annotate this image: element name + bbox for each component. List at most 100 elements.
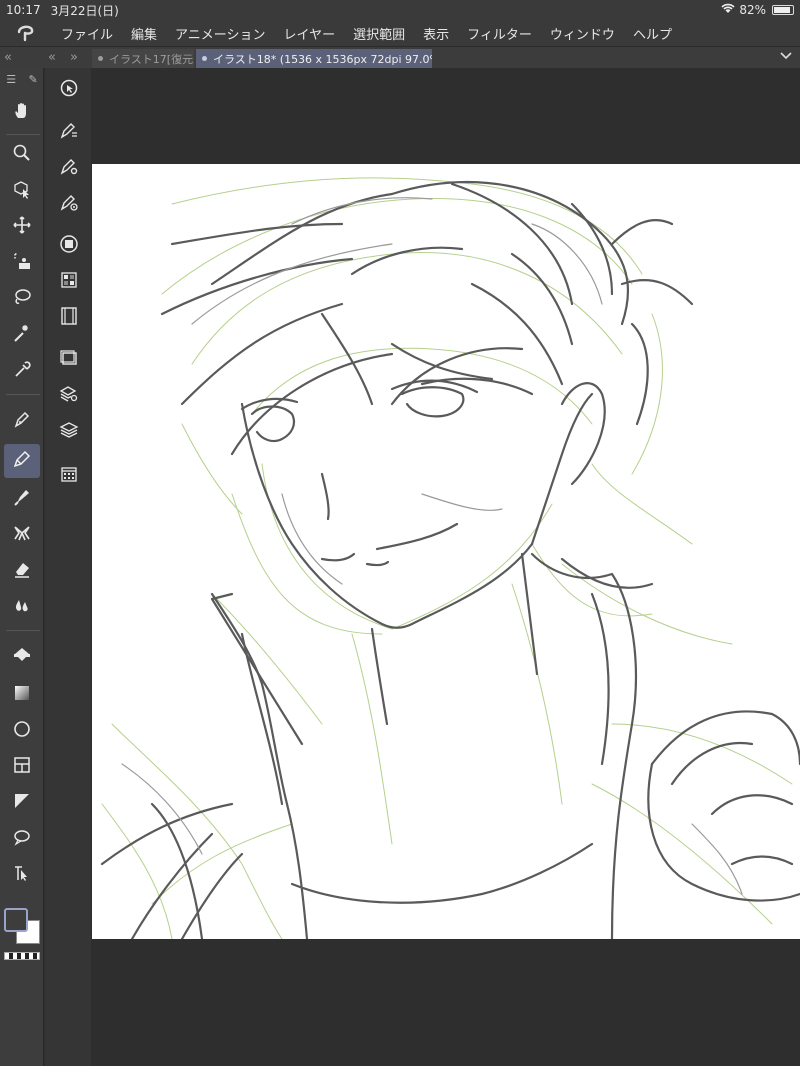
tool-magic-wand[interactable]: [4, 318, 40, 352]
object-select-icon: [12, 179, 32, 203]
tool-blend[interactable]: [4, 590, 40, 624]
color-set-button[interactable]: [55, 268, 83, 296]
decoration-icon: [12, 523, 32, 547]
eraser-icon: [12, 559, 32, 583]
app-logo-icon[interactable]: [0, 24, 52, 42]
tab-dot-icon: [202, 56, 207, 61]
tab-scroll-left-icon[interactable]: «: [48, 50, 56, 65]
sub-tool-pencil-list[interactable]: [55, 118, 83, 146]
tab-illust18[interactable]: イラスト18* (1536 x 1536px 72dpi 97.0%): [196, 49, 432, 68]
sub-tool-settings[interactable]: [55, 154, 83, 182]
balloon-icon: [12, 827, 32, 851]
menu-animation[interactable]: アニメーション: [166, 24, 274, 43]
separator: [6, 394, 40, 395]
battery-icon: [772, 5, 794, 15]
ruler-icon: [12, 791, 32, 815]
separator: [6, 134, 40, 135]
lasso-select-icon: [12, 287, 32, 311]
tool-fill[interactable]: [4, 640, 40, 674]
menu-filter[interactable]: フィルター: [458, 24, 541, 43]
layer-button[interactable]: [55, 418, 83, 446]
canvas-area[interactable]: [92, 68, 800, 1066]
pencil-gear-icon: [59, 156, 79, 180]
tool-ruler[interactable]: [4, 786, 40, 820]
menu-edit[interactable]: 編集: [122, 24, 166, 43]
color-indicator[interactable]: [4, 908, 44, 948]
tool-object[interactable]: [4, 174, 40, 208]
sub-tool-menu[interactable]: [55, 76, 83, 104]
drawing-canvas[interactable]: [92, 164, 800, 939]
figure-icon: [12, 719, 32, 743]
menu-view[interactable]: 表示: [414, 24, 458, 43]
edit-pencil-icon[interactable]: ✎: [29, 73, 38, 86]
menu-help[interactable]: ヘルプ: [624, 24, 681, 43]
layer-search-icon: [59, 384, 79, 408]
menu-layer[interactable]: レイヤー: [275, 24, 345, 43]
tool-brush[interactable]: [4, 482, 40, 516]
sub-tool-brush-size[interactable]: [55, 190, 83, 218]
tool-zoom[interactable]: [4, 138, 40, 172]
tool-palette: ☰ ✎: [0, 68, 44, 1066]
wifi-icon: [721, 3, 735, 17]
layers-icon: [59, 420, 79, 444]
menu-lines-icon[interactable]: ☰: [6, 73, 16, 86]
brush-icon: [12, 487, 32, 511]
transparent-color-swatch[interactable]: [4, 952, 40, 960]
tool-balloon[interactable]: [4, 822, 40, 856]
material-button[interactable]: [55, 462, 83, 490]
tool-pen[interactable]: [4, 404, 40, 438]
correct-line-icon: [12, 863, 32, 887]
tab-dot-icon: [98, 56, 103, 61]
separator: [6, 630, 40, 631]
layer-move-icon: [12, 251, 32, 275]
pencil-icon: [12, 449, 32, 473]
gradient-icon: [12, 683, 32, 707]
tool-hand[interactable]: [4, 96, 40, 130]
color-set-icon: [59, 270, 79, 294]
status-time: 10:17: [6, 3, 41, 17]
fill-icon: [12, 645, 32, 669]
color-circle-button[interactable]: [55, 232, 83, 260]
collapse-left-icon[interactable]: «: [4, 50, 12, 65]
layer-property-icon: [59, 348, 79, 372]
menu-window[interactable]: ウィンドウ: [541, 24, 624, 43]
battery-percent: 82%: [739, 3, 766, 17]
status-bar: 10:17 3月22日(日) 82%: [0, 0, 800, 20]
tab-illust17[interactable]: イラスト17[復元: [92, 49, 194, 68]
tool-pencil[interactable]: [4, 444, 40, 478]
zoom-icon: [12, 143, 32, 167]
tool-eyedropper[interactable]: [4, 354, 40, 388]
chevron-down-icon[interactable]: [780, 50, 792, 63]
tool-frame[interactable]: [4, 750, 40, 784]
menu-selection[interactable]: 選択範囲: [344, 24, 414, 43]
tool-correct-line[interactable]: [4, 858, 40, 892]
tab-scroll-right-icon[interactable]: »: [70, 50, 78, 65]
blend-icon: [12, 595, 32, 619]
pencil-list-icon: [59, 120, 79, 144]
film-icon: [59, 306, 79, 330]
menu-file[interactable]: ファイル: [52, 24, 122, 43]
sketch-artwork: [100, 177, 800, 939]
tool-move[interactable]: [4, 210, 40, 244]
sub-tool-palette: [45, 68, 91, 1066]
tool-palette-header: ☰ ✎: [0, 68, 44, 90]
tool-lasso[interactable]: [4, 282, 40, 316]
tab-label: イラスト18* (1536 x 1536px 72dpi 97.0%): [213, 52, 432, 66]
material-grid-icon: [59, 464, 79, 488]
main-color-swatch[interactable]: [4, 908, 28, 932]
magic-wand-icon: [12, 323, 32, 347]
menu-bar: ファイル 編集 アニメーション レイヤー 選択範囲 表示 フィルター ウィンドウ…: [0, 20, 800, 46]
hand-icon: [12, 101, 32, 125]
tool-figure[interactable]: [4, 714, 40, 748]
tool-layer-move[interactable]: [4, 246, 40, 280]
sub-tool-target-icon: [59, 78, 79, 102]
color-circle-icon: [59, 234, 79, 258]
tool-decoration[interactable]: [4, 518, 40, 552]
tool-eraser[interactable]: [4, 554, 40, 588]
layer-property-button[interactable]: [55, 346, 83, 374]
pencil-size-icon: [59, 192, 79, 216]
tool-gradient[interactable]: [4, 678, 40, 712]
layer-search-button[interactable]: [55, 382, 83, 410]
timeline-button[interactable]: [55, 304, 83, 332]
eyedropper-icon: [12, 359, 32, 383]
